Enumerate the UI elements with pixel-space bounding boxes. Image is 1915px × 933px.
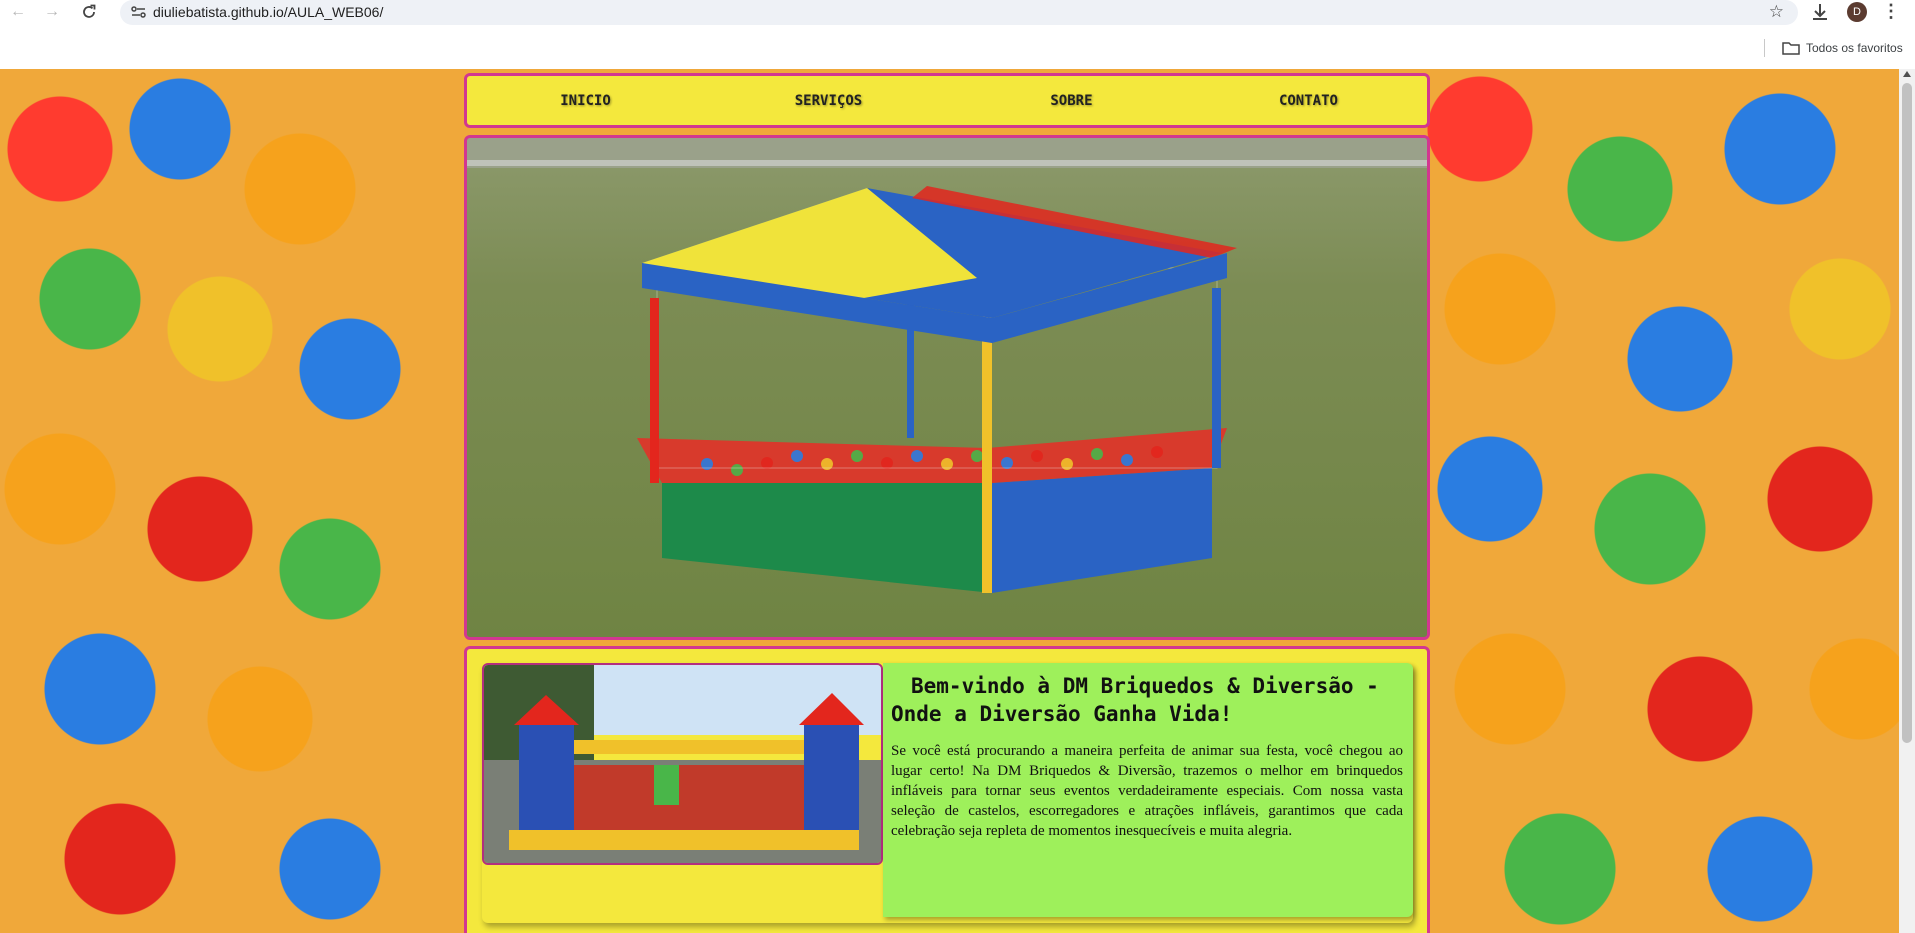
page-viewport: INICIO SERVIÇOS SOBRE CONTATO Bem-vindo …: [0, 69, 1899, 933]
reload-icon[interactable]: [77, 1, 101, 23]
url-text[interactable]: diuliebatista.github.io/AULA_WEB06/: [153, 4, 383, 20]
welcome-text-panel: Bem-vindo à DM Briquedos & Diversão - On…: [883, 663, 1413, 917]
hero-image: [464, 135, 1430, 640]
page-scrollbar[interactable]: [1899, 69, 1915, 933]
nav-link-contato[interactable]: CONTATO: [1190, 93, 1427, 109]
address-bar[interactable]: diuliebatista.github.io/AULA_WEB06/ ☆: [120, 0, 1798, 25]
ball-pit-illustration: [467, 138, 1427, 593]
profile-avatar[interactable]: D: [1847, 2, 1867, 22]
nav-link-inicio[interactable]: INICIO: [467, 93, 704, 109]
welcome-section: Bem-vindo à DM Briquedos & Diversão - On…: [464, 646, 1430, 933]
bookmarks-separator: [1764, 39, 1765, 57]
nav-link-servicos[interactable]: SERVIÇOS: [704, 93, 953, 109]
star-icon[interactable]: ☆: [1769, 1, 1784, 23]
back-arrow-icon[interactable]: ←: [6, 1, 30, 23]
scroll-thumb[interactable]: [1902, 83, 1912, 743]
inflatable-castle-photo: [482, 663, 883, 865]
welcome-title: Bem-vindo à DM Briquedos & Diversão - On…: [891, 674, 1379, 726]
browser-toolbar: ← → diuliebatista.github.io/AULA_WEB06/ …: [0, 0, 1915, 26]
nav-link-sobre[interactable]: SOBRE: [953, 93, 1190, 109]
bookmarks-bar: Todos os favoritos: [0, 26, 1915, 69]
forward-arrow-icon[interactable]: →: [40, 1, 64, 23]
scroll-up-arrow-icon[interactable]: [1903, 71, 1911, 77]
welcome-card: Bem-vindo à DM Briquedos & Diversão - On…: [482, 663, 1413, 923]
welcome-body: Se você está procurando a maneira perfei…: [891, 743, 1403, 839]
browser-chrome: ← → diuliebatista.github.io/AULA_WEB06/ …: [0, 0, 1915, 69]
site-info-icon[interactable]: [130, 4, 148, 20]
site-navbar: INICIO SERVIÇOS SOBRE CONTATO: [464, 73, 1430, 128]
folder-icon: [1782, 42, 1800, 55]
bookmarks-folder[interactable]: Todos os favoritos: [1782, 38, 1903, 58]
download-icon[interactable]: [1808, 1, 1832, 23]
bookmarks-folder-label: Todos os favoritos: [1806, 41, 1903, 55]
menu-kebab-icon[interactable]: ⋮: [1882, 0, 1900, 24]
